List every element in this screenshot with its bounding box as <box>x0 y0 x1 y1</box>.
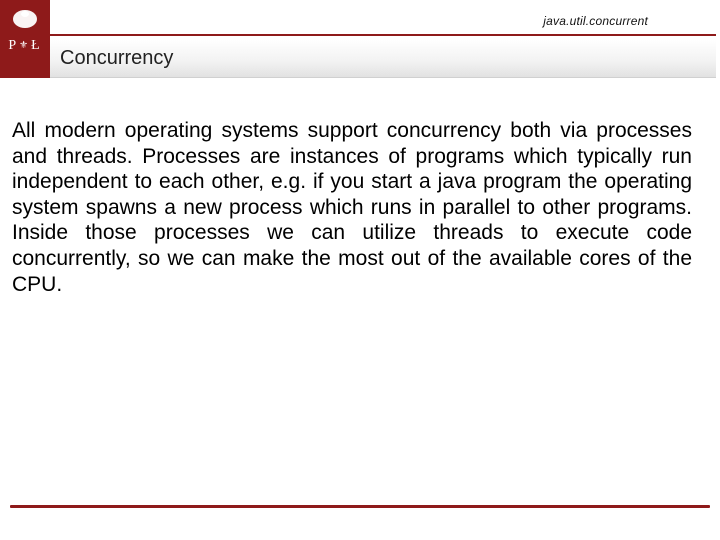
logo-letter-right: Ł <box>31 38 42 53</box>
institution-logo: P⚜Ł <box>0 0 50 78</box>
logo-letters: P⚜Ł <box>0 38 50 54</box>
title-bar: Concurrency <box>50 40 716 78</box>
crest-icon: ⚜ <box>18 40 31 51</box>
slide: java.util.concurrent P⚜Ł Concurrency All… <box>0 0 720 540</box>
top-bar: java.util.concurrent <box>0 0 720 40</box>
breadcrumb: java.util.concurrent <box>543 14 648 28</box>
footer-divider <box>10 505 710 508</box>
slide-body: All modern operating systems support con… <box>12 118 692 297</box>
eagle-icon <box>10 6 40 32</box>
logo-letter-left: P <box>8 38 18 53</box>
page-title: Concurrency <box>60 47 173 70</box>
top-divider <box>0 34 716 36</box>
body-paragraph: All modern operating systems support con… <box>12 118 692 297</box>
